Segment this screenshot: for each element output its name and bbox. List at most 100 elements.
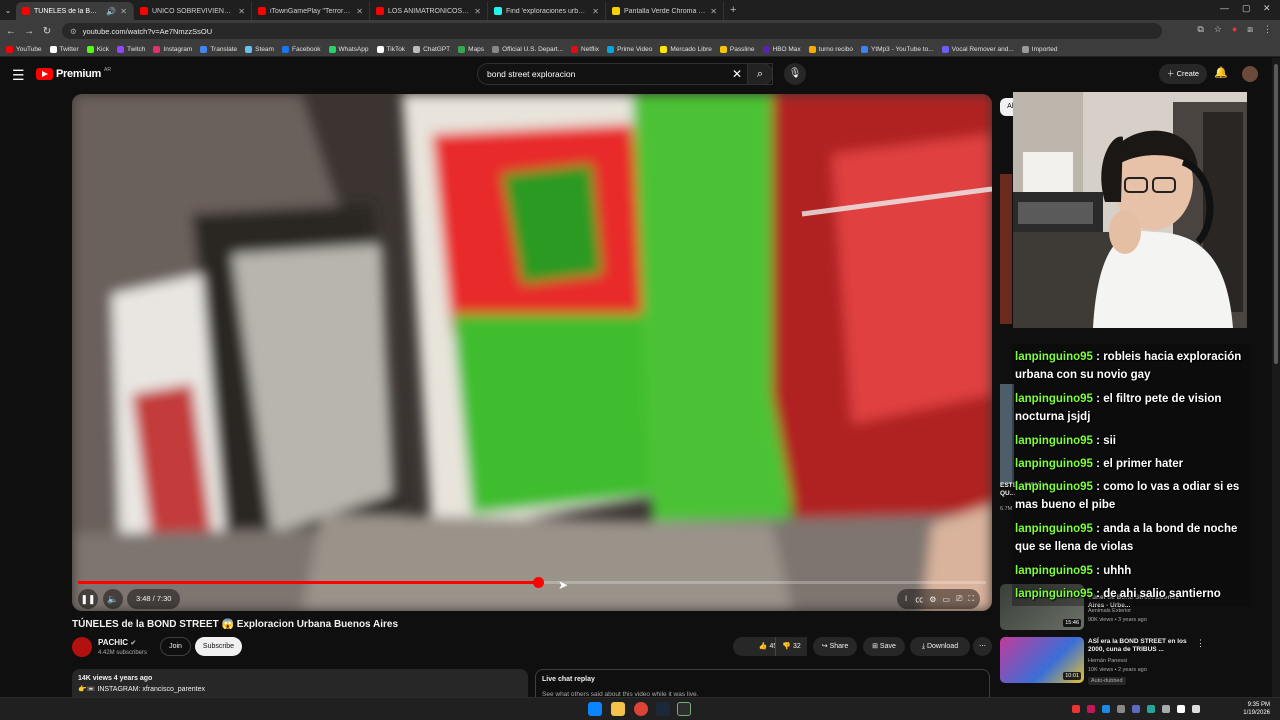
extension-icon[interactable]: ● (1232, 24, 1237, 35)
volume-tray-icon[interactable] (1192, 705, 1200, 713)
browser-tab[interactable]: iTownGamePlay "Terror&Diver✕ (252, 2, 370, 20)
bookmark-item[interactable]: Twitch (116, 45, 145, 53)
miniplayer-icon[interactable]: ▭ (942, 595, 950, 604)
maximize-icon[interactable]: ▢ (1242, 3, 1251, 14)
browser-tab[interactable]: UNICO SOBREVIVIENTE | ATRA ✕ (134, 2, 252, 20)
tray-icon-7[interactable] (1162, 705, 1170, 713)
pause-button[interactable]: ❚❚ (78, 589, 98, 609)
bookmark-item[interactable]: YtMp3 - YouTube to... (861, 45, 934, 53)
browser-tab[interactable]: Find 'exploraciones urbanas' on ✕ (488, 2, 606, 20)
tray-icon-6[interactable] (1147, 705, 1155, 713)
new-tab-button[interactable]: + (730, 4, 736, 16)
back-icon[interactable]: ← (4, 26, 18, 37)
bookmark-item[interactable]: HBO Max (762, 45, 801, 53)
progress-bar[interactable] (78, 577, 986, 588)
notifications-bell-icon[interactable]: 🔔 (1214, 66, 1228, 79)
video-player[interactable]: ❚❚ 🔈 3:48 / 7:30 ⏽ ㏄ ⚙ ▭ ⎚ ⛶ (72, 94, 992, 611)
voice-search-icon[interactable]: 🎙 (784, 63, 806, 85)
rec-thumb-partial[interactable] (1000, 174, 1012, 324)
browser-tab[interactable]: Pantalla Verde Chroma | Merca ✕ (606, 2, 724, 20)
reload-icon[interactable]: ↻ (40, 26, 54, 37)
settings-icon[interactable]: ⚙ (929, 595, 936, 604)
clear-search-icon[interactable]: ✕ (732, 67, 742, 81)
rec-title-2[interactable]: ASÍ era la BOND STREET en los 2000, cuna… (1088, 638, 1188, 654)
rec-channel-1[interactable]: Aenimals Exterior (1088, 608, 1131, 614)
join-button[interactable]: Join (160, 637, 191, 656)
bookmark-item[interactable]: WhatsApp (328, 45, 369, 53)
close-tab-icon[interactable]: ✕ (238, 7, 245, 16)
search-button[interactable]: ⌕ (747, 63, 773, 85)
extensions-icon[interactable]: ⧈ (1247, 24, 1253, 35)
start-menu-icon[interactable] (588, 702, 602, 716)
bookmark-item[interactable]: Kick (86, 45, 109, 53)
fullscreen-icon[interactable]: ⛶ (968, 594, 974, 604)
bookmark-item[interactable]: Instagram (153, 45, 192, 53)
address-bar[interactable]: ⚙ youtube.com/watch?v=Ae7NmzzSsOU (62, 23, 1162, 39)
bookmark-star-icon[interactable]: ☆ (1214, 24, 1222, 35)
tray-icon-1[interactable] (1072, 705, 1080, 713)
bookmark-item[interactable]: Twitter (49, 45, 79, 53)
close-tab-icon[interactable]: ✕ (592, 7, 599, 16)
channel-name[interactable]: PACHIC ✔ (98, 638, 136, 647)
more-actions-icon[interactable]: ⋯ (973, 637, 992, 656)
autoplay-toggle-icon[interactable]: ⏽ (903, 594, 909, 604)
save-button[interactable]: ⊞ Save (863, 637, 905, 656)
bookmark-item[interactable]: Mercado Libre (660, 45, 712, 53)
app-icon[interactable] (677, 702, 691, 716)
bookmark-item[interactable]: Imported (1021, 45, 1057, 53)
scrollbar-thumb[interactable] (1274, 64, 1278, 364)
subscribe-button[interactable]: Subscribe (195, 637, 242, 656)
bookmark-item[interactable]: Prime Video (607, 45, 652, 53)
bookmark-item[interactable]: Netflix (571, 45, 599, 53)
cast-icon[interactable]: ⎚ (956, 594, 962, 604)
create-button[interactable]: ＋ Create (1159, 64, 1208, 84)
bookmark-item[interactable]: Steam (245, 45, 274, 53)
tray-icon-3[interactable] (1102, 705, 1110, 713)
system-clock[interactable]: 9:35 PM 1/19/2026 (1243, 701, 1270, 717)
bookmark-item[interactable]: Vocal Remover and... (941, 45, 1014, 53)
youtube-premium-logo[interactable]: Premium AR (36, 67, 111, 80)
close-tab-icon[interactable]: ✕ (120, 7, 127, 16)
bookmark-item[interactable]: Facebook (281, 45, 321, 53)
close-tab-icon[interactable]: ✕ (474, 7, 481, 16)
volume-button[interactable]: 🔈 (103, 589, 123, 609)
rec-channel-2[interactable]: Hernán Panessi (1088, 658, 1127, 664)
bookmark-item[interactable]: TikTok (376, 45, 405, 53)
bookmark-item[interactable]: turno recibo (808, 45, 853, 53)
dislike-button[interactable]: 👎 32 (775, 637, 807, 656)
site-info-icon[interactable]: ⚙ (70, 27, 77, 36)
tray-icon-2[interactable] (1087, 705, 1095, 713)
forward-icon[interactable]: → (22, 26, 36, 37)
channel-avatar[interactable] (72, 637, 92, 657)
captions-icon[interactable]: ㏄ (915, 594, 923, 605)
tab-search-icon[interactable]: ⌄ (0, 6, 16, 15)
tray-icon-5[interactable] (1132, 705, 1140, 713)
search-box[interactable]: bond street exploracion ✕ ⌕ (477, 63, 773, 85)
minimize-icon[interactable]: — (1220, 3, 1229, 13)
bookmark-item[interactable]: Official U.S. Depart... (492, 45, 563, 53)
bookmark-item[interactable]: Maps (458, 45, 484, 53)
tray-icon-4[interactable] (1117, 705, 1125, 713)
account-avatar[interactable] (1242, 66, 1258, 82)
bookmark-item[interactable]: Translate (200, 45, 237, 53)
close-tab-icon[interactable]: ✕ (710, 7, 717, 16)
rec-thumbnail-2[interactable]: 10:01 (1000, 637, 1084, 683)
install-icon[interactable]: ⧉ (1197, 24, 1203, 35)
page-scrollbar[interactable] (1272, 58, 1280, 698)
file-explorer-icon[interactable] (611, 702, 625, 716)
close-tab-icon[interactable]: ✕ (356, 7, 363, 16)
download-button[interactable]: ⤓ Download (910, 637, 970, 656)
hamburger-menu-icon[interactable]: ☰ (12, 67, 25, 84)
close-window-icon[interactable]: ✕ (1263, 3, 1271, 14)
chrome-icon[interactable] (634, 702, 648, 716)
tab-audio-icon[interactable]: 🔊 (106, 7, 116, 16)
rec-more-icon[interactable]: ⋮ (1196, 638, 1205, 649)
menu-dots-icon[interactable]: ⋮ (1263, 24, 1272, 35)
browser-tab[interactable]: TÚNELES de la BOND STRE 🔊 ✕ (16, 2, 134, 20)
wifi-icon[interactable] (1177, 705, 1185, 713)
search-input[interactable]: bond street exploracion (487, 69, 575, 79)
browser-tab[interactable]: LOS ANIMATRÓNICOS WITHER✕ (370, 2, 488, 20)
bookmark-item[interactable]: Passline (719, 45, 755, 53)
bookmark-item[interactable]: ChatGPT (413, 45, 450, 53)
bookmark-item[interactable]: YouTube (6, 45, 42, 53)
